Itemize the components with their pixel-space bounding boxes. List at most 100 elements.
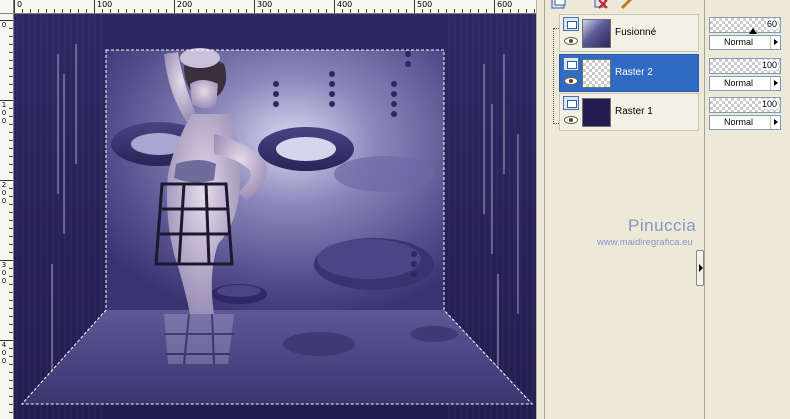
ruler-top-minor-tick [182,9,183,13]
blend-mode-select[interactable]: Normal [709,35,781,50]
raster-layer-icon [563,96,579,110]
ruler-left-minor-tick [9,348,13,349]
raster-layer-icon [563,57,579,71]
opacity-slider[interactable]: 100 [709,97,781,113]
ruler-left-minor-tick [9,412,13,413]
ruler-left-minor-tick [9,124,13,125]
properties-empty-area [705,128,790,419]
ruler-left-minor-tick [9,228,13,229]
ruler-top-minor-tick [230,9,231,13]
ruler-left-tick: 3 0 0 [0,260,13,285]
layer-properties-panel: 60 Normal 100 Normal 100 Normal [704,0,790,419]
ruler-left-minor-tick [9,332,13,333]
ruler-left-minor-tick [9,308,13,309]
layers-panel: Fusionné Raster 2 Raster 1 Pinuccia www.… [544,0,704,419]
ruler-top-minor-tick [150,9,151,13]
ruler-top-minor-tick [190,9,191,13]
ruler-top-minor-tick [206,9,207,13]
ruler-left-minor-tick [9,364,13,365]
ruler-top-minor-tick [526,9,527,13]
ruler-corner [0,0,14,14]
ruler-left-minor-tick [9,36,13,37]
ruler-left-minor-tick [9,148,13,149]
ruler-left-minor-tick [9,220,13,221]
ruler-left-minor-tick [9,156,13,157]
visibility-eye-icon[interactable] [564,77,578,85]
panel-expand-button[interactable] [696,250,704,286]
ruler-top-minor-tick [278,9,279,13]
visibility-eye-icon[interactable] [564,37,578,45]
ruler-top-minor-tick [102,9,103,13]
slider-thumb-icon[interactable] [749,28,757,34]
ruler-top-minor-tick [430,9,431,13]
ruler-top-minor-tick [166,9,167,13]
new-layer-icon[interactable] [551,0,567,10]
ruler-left-minor-tick [9,356,13,357]
ruler-top-tick: 500 [414,0,432,13]
layer-row-raster-2[interactable]: Raster 2 [559,54,699,92]
ruler-top-minor-tick [398,9,399,13]
ruler-left-label: 0 [1,21,7,29]
dropdown-arrow-icon[interactable] [770,77,780,90]
opacity-value: 100 [760,99,778,109]
ruler-top-minor-tick [38,9,39,13]
ruler-left-label: 3 0 0 [1,261,7,285]
ruler-left-tick: 1 0 0 [0,100,13,125]
layer-row-fusionne[interactable]: Fusionné [559,14,699,52]
ruler-top-tick: 100 [94,0,112,13]
ruler-top-label: 400 [337,0,353,9]
layer-row-raster-1[interactable]: Raster 1 [559,93,699,131]
ruler-top-tick: 300 [254,0,272,13]
image-canvas[interactable] [14,14,536,419]
ruler-top-minor-tick [502,9,503,13]
ruler-top-minor-tick [366,9,367,13]
layer-thumbnail [582,59,611,88]
ruler-top-minor-tick [262,9,263,13]
layer-thumbnail [582,19,611,48]
ruler-left-minor-tick [9,372,13,373]
ruler-top-minor-tick [214,9,215,13]
ruler-left: 0 1 0 0 2 0 0 3 0 0 4 0 0 [0,14,14,419]
ruler-left-minor-tick [9,252,13,253]
ruler-left-label: 2 0 0 [1,181,7,205]
ruler-top-minor-tick [198,9,199,13]
opacity-slider[interactable]: 100 [709,58,781,74]
ruler-left-minor-tick [9,404,13,405]
ruler-left-minor-tick [9,188,13,189]
ruler-left-minor-tick [9,396,13,397]
ruler-top-minor-tick [62,9,63,13]
ruler-top-minor-tick [222,9,223,13]
edit-icon[interactable] [619,0,635,10]
ruler-left-minor-tick [9,324,13,325]
ruler-left-minor-tick [9,212,13,213]
dropdown-arrow-icon[interactable] [770,36,780,49]
ruler-left-minor-tick [9,388,13,389]
ruler-top-minor-tick [294,9,295,13]
ruler-top-minor-tick [318,9,319,13]
ruler-left-minor-tick [9,116,13,117]
ruler-top-minor-tick [342,9,343,13]
raster-layer-icon [563,17,579,31]
ruler-left-minor-tick [9,316,13,317]
ruler-top-minor-tick [286,9,287,13]
ruler-top-minor-tick [70,9,71,13]
ruler-left-tick: 4 0 0 [0,340,13,365]
opacity-slider[interactable]: 60 [709,17,781,34]
blend-mode-select[interactable]: Normal [709,76,781,91]
layer-name: Raster 2 [615,67,653,78]
ruler-top-label: 0 [17,0,23,9]
canvas-splitter[interactable] [536,0,544,419]
blend-mode-value: Normal [724,117,754,127]
ruler-top-minor-tick [358,9,359,13]
layer-thumbnail [582,98,611,127]
ruler-top-minor-tick [470,9,471,13]
ruler-top-tick: 0 [14,0,22,13]
delete-layer-icon[interactable] [593,0,609,10]
ruler-left-minor-tick [9,132,13,133]
ruler-top-label: 200 [177,0,193,9]
opacity-value: 60 [765,19,778,29]
ruler-top-minor-tick [462,9,463,13]
visibility-eye-icon[interactable] [564,116,578,124]
layer-name: Raster 1 [615,106,653,117]
ruler-left-tick: 2 0 0 [0,180,13,205]
